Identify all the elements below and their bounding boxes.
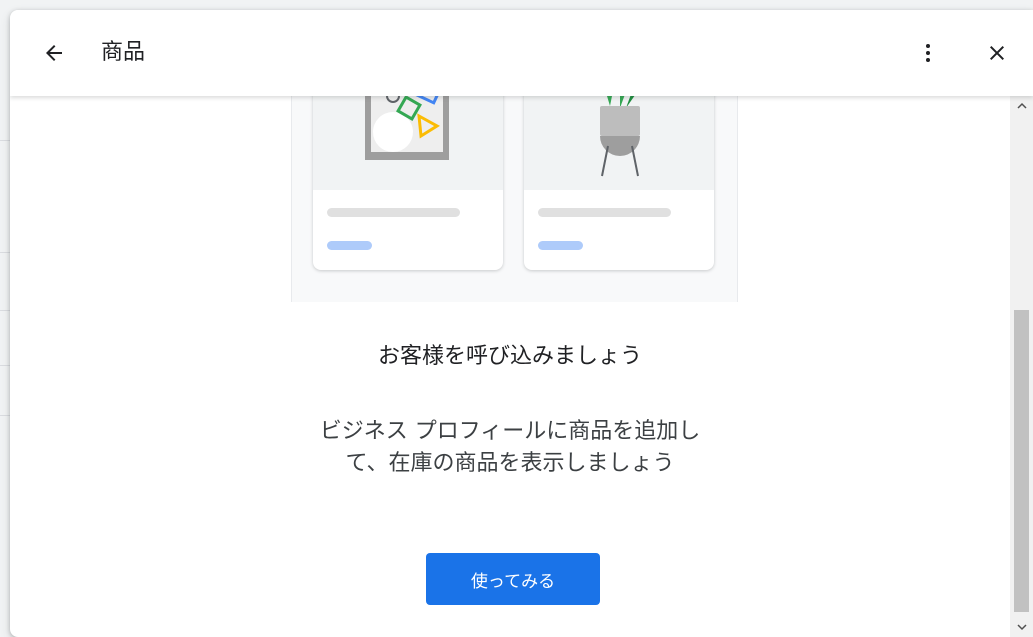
scrollbar-thumb[interactable] — [1014, 310, 1029, 612]
dialog-title: 商品 — [101, 40, 146, 65]
background-line — [0, 252, 10, 253]
placeholder-price — [327, 241, 372, 250]
get-started-button[interactable]: 使ってみる — [426, 553, 600, 605]
placeholder-line — [538, 208, 671, 217]
close-icon — [990, 46, 1004, 60]
placeholder-price — [538, 241, 583, 250]
dialog-header: 商品 — [10, 10, 1033, 96]
headline: お客様を呼び込みましょう — [377, 344, 642, 369]
chevron-down-icon — [1016, 624, 1027, 631]
product-image-area — [524, 96, 714, 190]
close-button[interactable] — [977, 33, 1017, 73]
background-line — [0, 415, 10, 416]
more-options-button[interactable] — [908, 33, 948, 73]
scroll-up-button[interactable] — [1010, 96, 1033, 116]
abstract-shapes-picture — [365, 96, 449, 160]
background-line — [0, 140, 10, 141]
products-dialog: 商品 お客様を呼び込みましょう ビジネス プロフィールに商品を追加し て、在庫の… — [10, 10, 1033, 637]
product-illustration — [291, 96, 738, 302]
arrow-back-icon — [46, 45, 62, 61]
product-card-placeholder — [524, 96, 714, 270]
vertical-scrollbar[interactable] — [1010, 96, 1033, 637]
more-vert-icon — [926, 44, 930, 62]
scroll-down-button[interactable] — [1010, 617, 1033, 637]
potted-plant — [600, 96, 640, 177]
dialog-content: お客様を呼び込みましょう ビジネス プロフィールに商品を追加し て、在庫の商品を… — [10, 96, 1010, 637]
background-line — [0, 310, 10, 311]
product-card-placeholder — [313, 96, 503, 270]
placeholder-line — [327, 208, 460, 217]
description-line-2: て、在庫の商品を表示しましょう — [345, 451, 675, 476]
description-line-1: ビジネス プロフィールに商品を追加し — [319, 419, 701, 444]
product-image-area — [313, 96, 503, 190]
description: ビジネス プロフィールに商品を追加し て、在庫の商品を表示しましょう — [260, 416, 760, 480]
chevron-up-icon — [1016, 102, 1027, 109]
background-line — [0, 365, 10, 366]
back-button[interactable] — [34, 33, 74, 73]
